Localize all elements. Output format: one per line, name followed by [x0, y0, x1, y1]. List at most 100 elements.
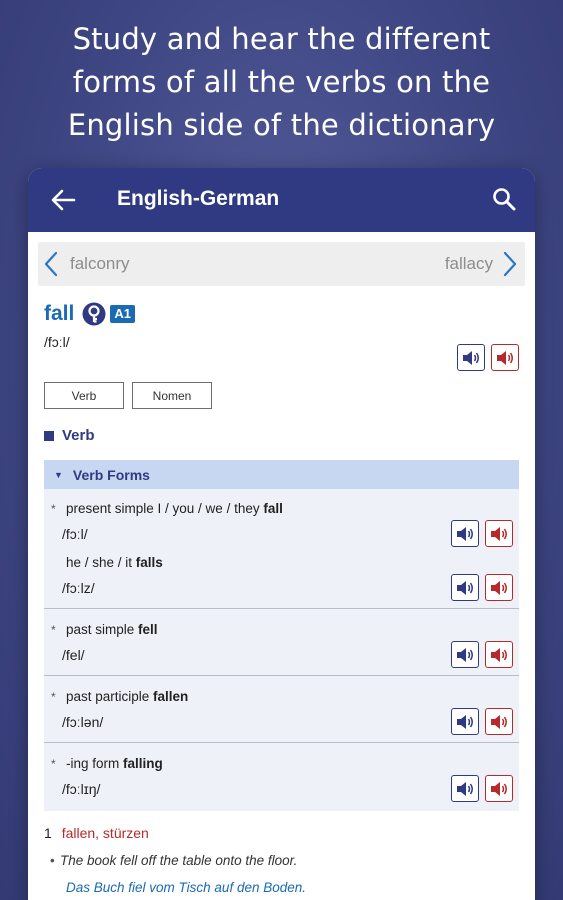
promo-caption: Study and hear the different forms of al…	[0, 18, 563, 147]
verb-form-ing: * -ing form falling /fɔːlɪŋ/	[44, 743, 519, 811]
chevron-right-icon	[503, 251, 517, 277]
form-pronunciation-row: /fɔːlən/	[44, 708, 519, 742]
form-pronunciation: /fɔːlɪŋ/	[62, 781, 101, 797]
audio-us-button[interactable]	[485, 520, 513, 547]
chevron-left-icon	[44, 251, 58, 277]
bullet: *	[51, 502, 56, 516]
tab-nomen[interactable]: Nomen	[132, 382, 212, 409]
section-label: Verb	[62, 427, 95, 444]
audio-us-button[interactable]	[491, 344, 519, 371]
form-label: * past simple fell	[44, 617, 519, 643]
form-label-text: present simple I / you / we / they	[66, 501, 264, 516]
oxford-key-icon	[82, 302, 106, 326]
verb-form-past-simple: * past simple fell /fel/	[44, 609, 519, 676]
triangle-down-icon: ▼	[54, 469, 63, 480]
entry-content: falconry fallacy fall A1 /fɔːl/ Verb Nom…	[28, 232, 535, 895]
part-of-speech-tabs: Verb Nomen	[38, 382, 525, 409]
bullet: *	[51, 757, 56, 771]
verb-form-present: * present simple I / you / we / they fal…	[44, 489, 519, 609]
audio-us-button[interactable]	[485, 708, 513, 735]
audio-uk-button[interactable]	[451, 775, 479, 802]
verb-forms-label: Verb Forms	[72, 466, 150, 483]
app-bar: English-German	[28, 168, 535, 232]
form-label: * past participle fallen	[44, 684, 519, 710]
prev-entry-label: falconry	[70, 254, 130, 273]
headword-audio-buttons	[457, 344, 519, 371]
form-label: he / she / it falls	[44, 550, 519, 576]
audio-uk-button[interactable]	[451, 708, 479, 735]
verb-form-past-participle: * past participle fallen /fɔːlən/	[44, 676, 519, 743]
next-entry-link[interactable]: fallacy	[445, 251, 525, 277]
speaker-icon	[491, 781, 507, 796]
audio-us-button[interactable]	[485, 775, 513, 802]
prev-entry-link[interactable]: falconry	[38, 251, 130, 277]
phone-screen: English-German falconry fallacy fall A1 …	[28, 168, 535, 900]
speaker-icon	[457, 647, 473, 662]
form-label: * present simple I / you / we / they fal…	[44, 496, 519, 522]
speaker-icon	[497, 350, 513, 365]
speaker-icon	[457, 781, 473, 796]
bullet: *	[51, 623, 56, 637]
headword-pronunciation: /fɔːl/	[44, 334, 70, 350]
speaker-icon	[491, 580, 507, 595]
form-label-text: he / she / it	[66, 555, 136, 570]
sense-1: 1 fallen, stürzen	[38, 825, 525, 841]
form-pronunciation-row: /fɔːlz/	[44, 574, 519, 608]
headword-row: fall A1	[38, 302, 525, 326]
form-audio-buttons	[451, 641, 513, 668]
audio-uk-button[interactable]	[451, 520, 479, 547]
form-word: falling	[123, 756, 163, 771]
form-pronunciation: /fel/	[62, 647, 85, 663]
verb-forms-box: ▼ Verb Forms * present simple I / you / …	[44, 460, 519, 811]
form-audio-buttons	[451, 520, 513, 547]
back-arrow-icon[interactable]	[50, 188, 76, 212]
speaker-icon	[491, 526, 507, 541]
form-label: * -ing form falling	[44, 751, 519, 777]
promo-line-1: Study and hear the different	[72, 22, 491, 56]
form-pronunciation: /fɔːlz/	[62, 580, 95, 596]
form-word: falls	[135, 555, 163, 570]
search-icon[interactable]	[491, 186, 517, 212]
sense-translation: fallen, stürzen	[61, 825, 149, 841]
form-pronunciation-row: /fɔːl/	[44, 520, 519, 550]
tab-verb[interactable]: Verb	[44, 382, 124, 409]
section-marker	[44, 430, 54, 441]
promo-line-2: forms of all the verbs on the	[72, 65, 491, 99]
form-pronunciation: /fɔːl/	[62, 526, 88, 542]
next-entry-label: fallacy	[444, 254, 493, 273]
form-pronunciation-row: /fel/	[44, 641, 519, 675]
headword: fall	[44, 302, 75, 325]
level-badge: A1	[110, 305, 135, 323]
example-text: The book fell off the table onto the flo…	[60, 853, 298, 868]
app-title: English-German	[117, 187, 280, 210]
form-word: fell	[138, 622, 158, 637]
speaker-icon	[457, 526, 473, 541]
form-word: fallen	[153, 689, 189, 704]
example-translation: Das Buch fiel vom Tisch auf den Boden.	[66, 880, 307, 895]
form-word: fall	[263, 501, 283, 516]
sense-number: 1	[44, 825, 52, 841]
form-pronunciation-row: /fɔːlɪŋ/	[44, 775, 519, 811]
speaker-icon	[463, 350, 479, 365]
entry-navigation: falconry fallacy	[38, 242, 525, 286]
form-label-text: -ing form	[66, 756, 124, 771]
speaker-icon	[457, 580, 473, 595]
bullet: •	[50, 853, 55, 868]
audio-uk-button[interactable]	[451, 574, 479, 601]
form-label-text: past simple	[66, 622, 139, 637]
verb-forms-toggle[interactable]: ▼ Verb Forms	[44, 460, 519, 489]
audio-us-button[interactable]	[485, 574, 513, 601]
form-label-text: past participle	[66, 689, 154, 704]
promo-line-3: English side of the dictionary	[67, 108, 496, 142]
section-heading: Verb	[38, 427, 525, 444]
bullet: *	[51, 690, 56, 704]
speaker-icon	[491, 647, 507, 662]
form-audio-buttons	[451, 775, 513, 802]
form-pronunciation: /fɔːlən/	[62, 714, 104, 730]
audio-us-button[interactable]	[485, 641, 513, 668]
audio-uk-button[interactable]	[457, 344, 485, 371]
speaker-icon	[457, 714, 473, 729]
speaker-icon	[491, 714, 507, 729]
audio-uk-button[interactable]	[451, 641, 479, 668]
headword-pronunciation-row: /fɔːl/	[38, 332, 525, 371]
